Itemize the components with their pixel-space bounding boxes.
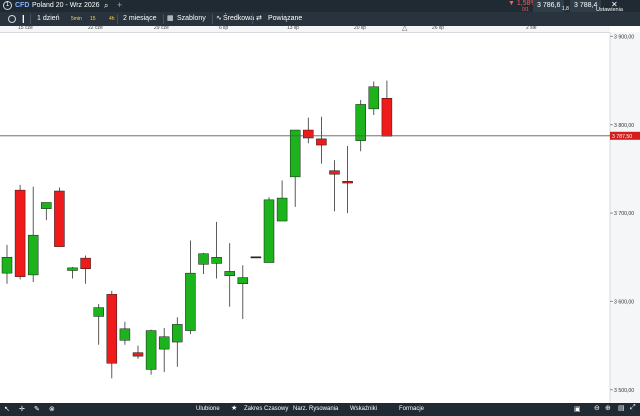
bullish-candle[interactable]: [276, 197, 288, 222]
bullish-candle[interactable]: [250, 256, 262, 259]
templates-button[interactable]: Szablony: [174, 14, 209, 24]
bearish-candle[interactable]: [303, 129, 314, 139]
candlestick-chart[interactable]: 3 900,00 3 800,00 3 700,00 3 600,00 3 500,00…: [0, 32, 640, 403]
bearish-candle[interactable]: [132, 352, 144, 357]
bearish-candle[interactable]: [54, 190, 65, 247]
screenshot-icon[interactable]: ▤: [618, 404, 625, 412]
bearish-candle[interactable]: [342, 181, 353, 184]
x-tick-label: 13 lip: [287, 25, 299, 31]
related-button[interactable]: Powiązane: [265, 14, 305, 24]
add-tab-icon[interactable]: +: [117, 0, 122, 10]
alert-marker-icon[interactable]: △: [402, 24, 407, 32]
zoom-out-icon[interactable]: ⊖: [594, 404, 600, 412]
favourites-button[interactable]: Ulubione: [196, 406, 220, 412]
templates-icon: ▦: [167, 15, 174, 22]
chart-type-icon[interactable]: ❙: [20, 14, 27, 23]
x-tick-label: 26 lip: [432, 25, 444, 31]
info-icon[interactable]: [8, 15, 16, 23]
bearish-candle[interactable]: [329, 170, 340, 175]
bullish-candle[interactable]: [67, 267, 78, 271]
x-tick-label: 20 lip: [354, 25, 366, 31]
patterns-button[interactable]: Formacje: [399, 406, 424, 412]
info-icon[interactable]: 1: [3, 1, 12, 10]
bullish-candle[interactable]: [119, 328, 131, 341]
top-bar: 1 CFD Poland 20 - Wrz 2026 ⌕ + ▼ 1,58% 0…: [0, 0, 640, 13]
bearish-candle[interactable]: [316, 138, 327, 146]
x-tick-label: 29 cze: [154, 25, 169, 31]
bullish-candle[interactable]: [355, 104, 366, 141]
bullish-candle[interactable]: [93, 307, 104, 317]
bottom-toolbar: ↖ ✛ ✎ ⊗ Ulubione ★ Zakres Czasowy Narz. …: [0, 403, 640, 416]
y-tick-label: 3 600,00: [614, 299, 634, 305]
y-tick-label: 3 500,00: [614, 388, 634, 394]
bullish-candle[interactable]: [368, 86, 380, 110]
timeframe-mini-15[interactable]: 15: [89, 16, 97, 23]
fullscreen-icon[interactable]: ⤢: [630, 404, 636, 412]
sell-price[interactable]: 3 786,6: [533, 0, 565, 12]
time-range-button[interactable]: Zakres Czasowy: [244, 406, 288, 412]
search-icon[interactable]: ⌕: [104, 1, 108, 11]
bullish-candle[interactable]: [211, 257, 222, 264]
current-price-label: 3 787,50: [612, 134, 632, 140]
pencil-icon[interactable]: ✎: [34, 405, 40, 413]
timeframe-mini-4h[interactable]: 4h: [108, 16, 116, 23]
bearish-candle[interactable]: [106, 294, 118, 364]
instrument-name[interactable]: Poland 20 - Wrz 2026: [32, 2, 100, 9]
y-tick-label: 3 800,00: [614, 123, 634, 129]
bullish-candle[interactable]: [27, 234, 39, 276]
y-axis-panel: [610, 32, 640, 403]
bullish-candle[interactable]: [289, 129, 301, 178]
crosshair-icon[interactable]: ✛: [19, 405, 25, 413]
zoom-in-icon[interactable]: ⊕: [605, 404, 611, 412]
timeframe-button[interactable]: 1 dzień: [34, 14, 63, 24]
bullish-candle[interactable]: [198, 253, 209, 265]
bullish-candle[interactable]: [237, 277, 249, 284]
bullish-candle[interactable]: [158, 336, 170, 350]
bullish-candle[interactable]: [1, 257, 13, 274]
bullish-candle[interactable]: [224, 271, 235, 277]
x-tick-label: 22 cze: [88, 25, 103, 31]
x-tick-label: 15 cze: [18, 25, 33, 31]
cursor-icon[interactable]: ↖: [4, 405, 10, 413]
timeframe-mini-5min[interactable]: 5min: [70, 16, 83, 23]
instrument-tag: CFD: [15, 2, 30, 9]
bullish-candle[interactable]: [172, 324, 183, 343]
x-tick-label: 6 lip: [219, 25, 229, 31]
bearish-candle[interactable]: [80, 257, 91, 269]
bearish-candle[interactable]: [381, 98, 393, 137]
chart-toolbar: ❙ 1 dzień 5min 15 4h 2 miesiące ▦ Szablo…: [0, 12, 640, 26]
bullish-candle[interactable]: [145, 330, 157, 370]
bullish-candle[interactable]: [185, 272, 196, 331]
drawing-tools-button[interactable]: Narz. Rysowania: [293, 406, 338, 412]
bullish-candle[interactable]: [41, 202, 52, 209]
trash-icon[interactable]: ⊗: [49, 405, 55, 413]
indicators-button[interactable]: Wskaźniki: [350, 406, 377, 412]
y-tick-label: 3 700,00: [614, 211, 634, 217]
lock-icon[interactable]: ▣: [574, 405, 581, 413]
bullish-candle[interactable]: [263, 199, 275, 263]
star-icon[interactable]: ★: [231, 404, 237, 412]
x-tick-label: 2 sie: [526, 25, 537, 31]
related-icon: ⇄: [256, 15, 262, 22]
y-tick-label: 3 900,00: [614, 34, 634, 40]
range-button[interactable]: 2 miesiące: [120, 14, 159, 24]
bearish-candle[interactable]: [14, 189, 26, 277]
